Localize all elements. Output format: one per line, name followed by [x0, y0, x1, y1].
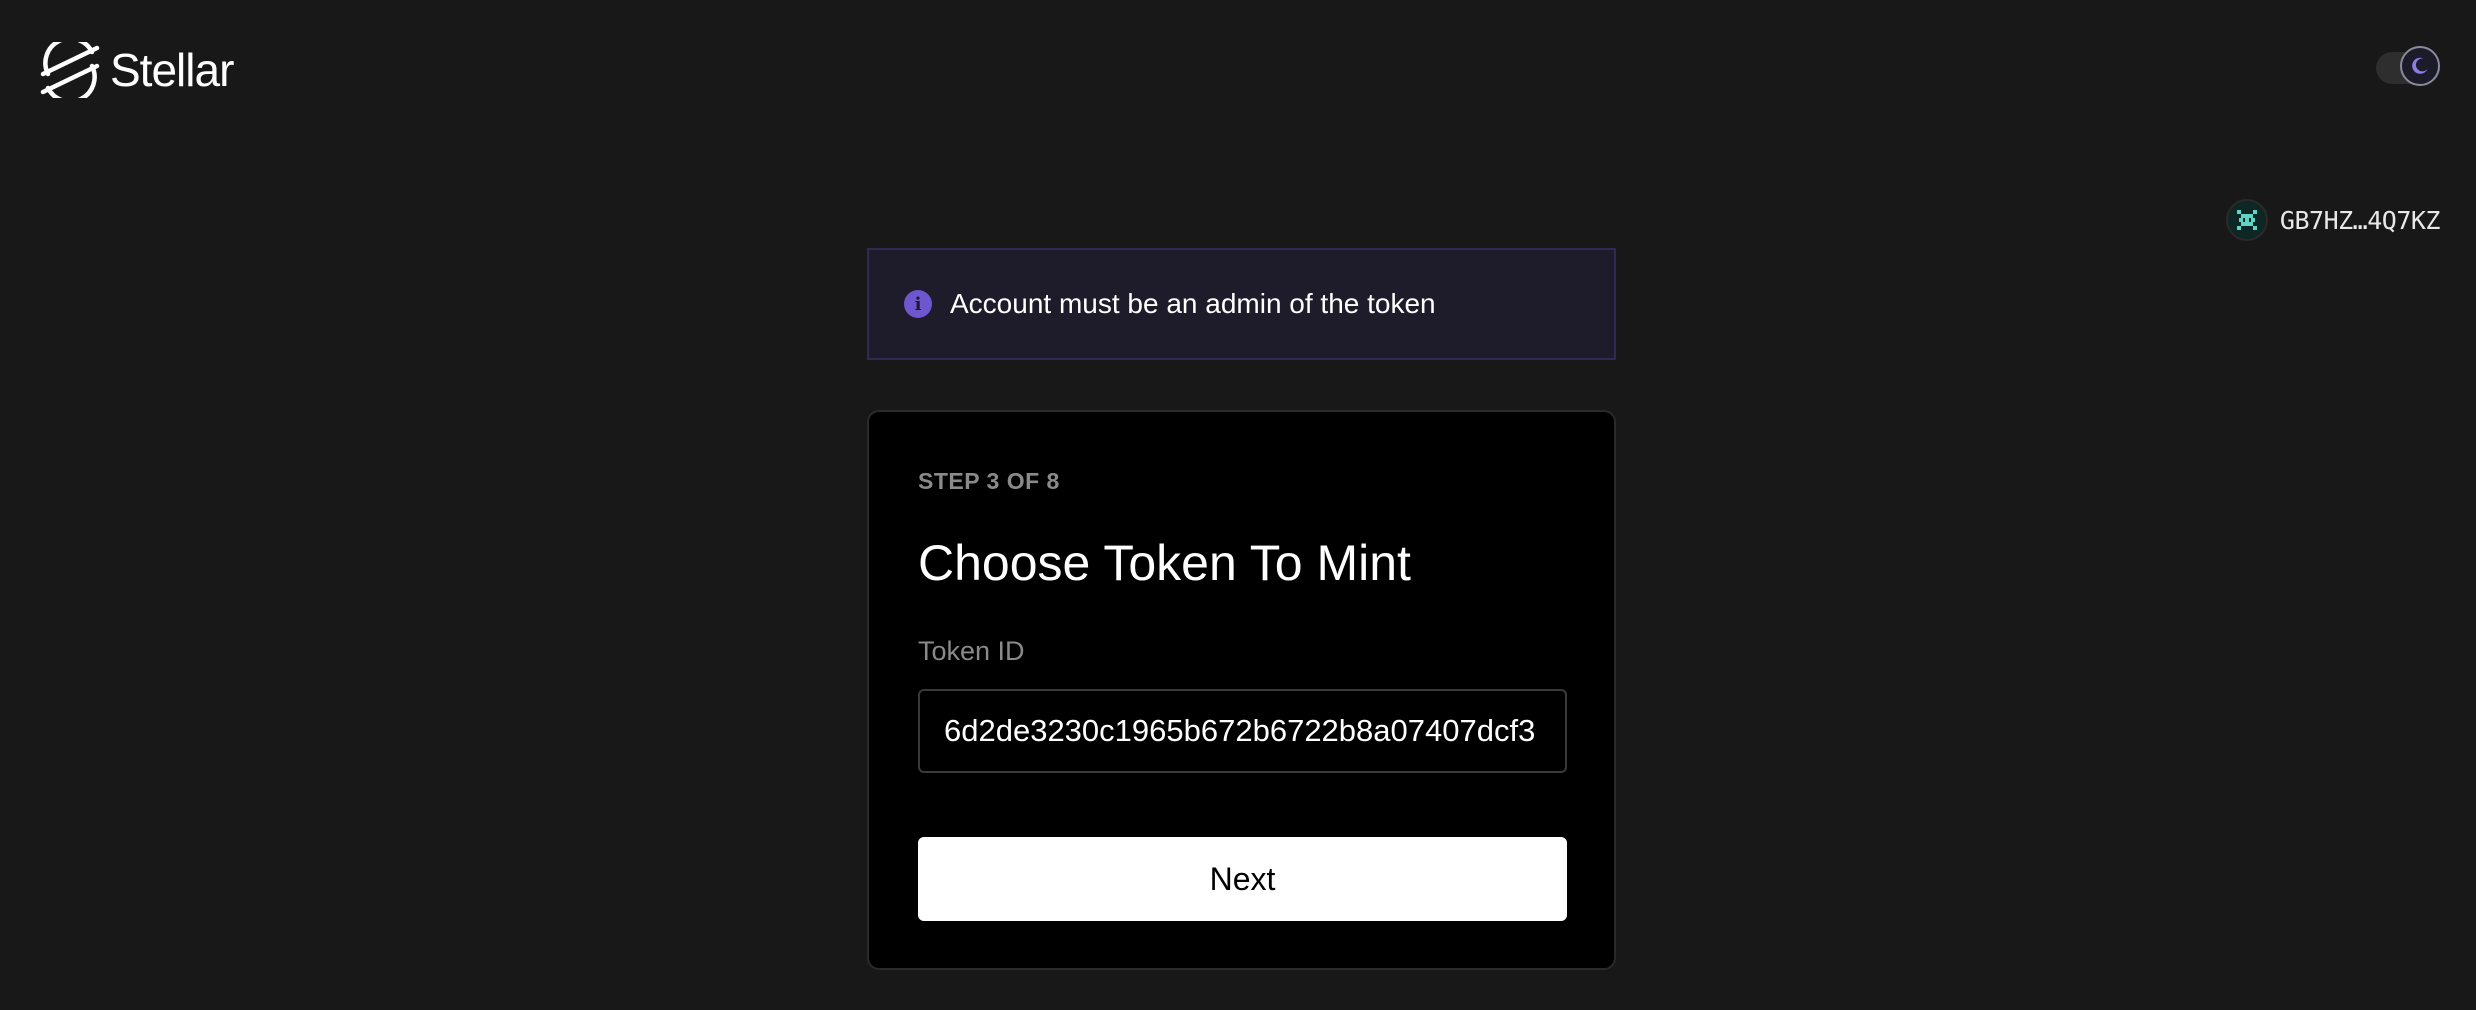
admin-notice: i Account must be an admin of the token	[867, 248, 1616, 360]
step-indicator: STEP 3 OF 8	[918, 468, 1060, 494]
identicon-avatar-icon	[2236, 210, 2257, 230]
avatar	[2225, 199, 2268, 241]
moon-icon	[2412, 57, 2428, 74]
notice-text: Account must be an admin of the token	[950, 288, 1436, 319]
page-title: Choose Token To Mint	[918, 535, 1411, 591]
account-button[interactable]: GB7HZ…4Q7KZ	[2225, 198, 2441, 242]
account-address: GB7HZ…4Q7KZ	[2279, 205, 2441, 235]
token-id-input[interactable]	[918, 689, 1567, 773]
theme-toggle[interactable]	[2376, 46, 2440, 86]
info-icon: i	[904, 290, 932, 318]
next-button[interactable]: Next	[918, 837, 1567, 921]
stellar-logo[interactable]: Stellar	[40, 40, 234, 100]
theme-toggle-knob	[2400, 46, 2440, 86]
stellar-logo-icon	[40, 42, 100, 98]
mint-step-card: STEP 3 OF 8 Choose Token To Mint Token I…	[867, 410, 1616, 970]
brand-name: Stellar	[110, 44, 234, 96]
token-id-label: Token ID	[918, 636, 1025, 666]
